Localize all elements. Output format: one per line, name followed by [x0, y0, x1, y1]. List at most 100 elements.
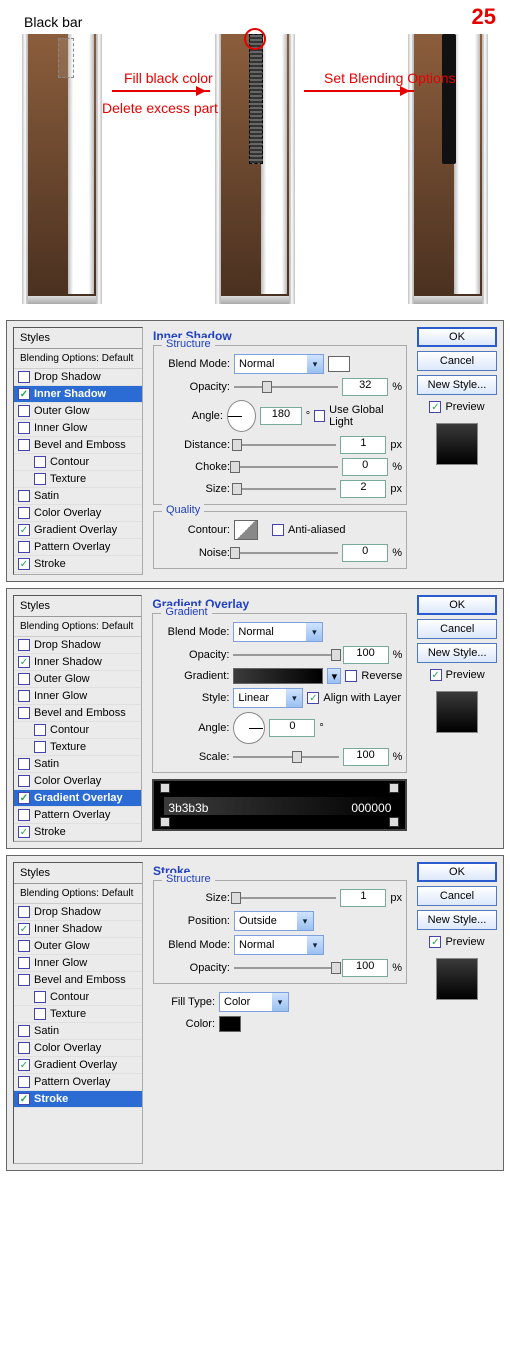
- ok-button[interactable]: OK: [417, 862, 497, 882]
- angle-input[interactable]: 180: [260, 407, 302, 425]
- style-item-outer-glow[interactable]: Outer Glow: [14, 938, 142, 955]
- checkbox-icon[interactable]: [18, 490, 30, 502]
- cancel-button[interactable]: Cancel: [417, 351, 497, 371]
- distance-input[interactable]: 1: [340, 436, 386, 454]
- checkbox-icon[interactable]: [18, 541, 30, 553]
- style-item-drop-shadow[interactable]: Drop Shadow: [14, 369, 142, 386]
- style-item-satin[interactable]: Satin: [14, 1023, 142, 1040]
- checkbox-icon[interactable]: [18, 809, 30, 821]
- style-item-inner-glow[interactable]: Inner Glow: [14, 420, 142, 437]
- style-item-contour[interactable]: Contour: [14, 454, 142, 471]
- style-item-inner-shadow[interactable]: ✓Inner Shadow: [14, 654, 141, 671]
- style-item-pattern-overlay[interactable]: Pattern Overlay: [14, 1074, 142, 1091]
- style-item-drop-shadow[interactable]: Drop Shadow: [14, 637, 141, 654]
- new-style-button[interactable]: New Style...: [417, 375, 497, 395]
- gradient-opacity-stop[interactable]: [389, 783, 399, 793]
- style-item-color-overlay[interactable]: Color Overlay: [14, 773, 141, 790]
- checkbox-icon[interactable]: ✓: [18, 792, 30, 804]
- checkbox-icon[interactable]: [34, 724, 46, 736]
- angle-dial[interactable]: [233, 712, 265, 744]
- new-style-button[interactable]: New Style...: [417, 643, 497, 663]
- blending-options-default[interactable]: Blending Options: Default: [14, 617, 141, 637]
- style-item-bevel-and-emboss[interactable]: Bevel and Emboss: [14, 705, 141, 722]
- style-item-contour[interactable]: Contour: [14, 722, 141, 739]
- checkbox-icon[interactable]: [34, 456, 46, 468]
- blending-options-default[interactable]: Blending Options: Default: [14, 349, 142, 369]
- style-item-inner-glow[interactable]: Inner Glow: [14, 688, 141, 705]
- scale-slider[interactable]: [233, 750, 338, 764]
- style-item-contour[interactable]: Contour: [14, 989, 142, 1006]
- checkbox-icon[interactable]: ✓: [18, 388, 30, 400]
- checkbox-icon[interactable]: ✓: [18, 524, 30, 536]
- checkbox-icon[interactable]: [18, 439, 30, 451]
- blend-mode-dropdown[interactable]: Normal▾: [234, 354, 324, 374]
- ok-button[interactable]: OK: [417, 327, 497, 347]
- style-item-bevel-and-emboss[interactable]: Bevel and Emboss: [14, 437, 142, 454]
- checkbox-icon[interactable]: [34, 991, 46, 1003]
- checkbox-icon[interactable]: [18, 957, 30, 969]
- noise-slider[interactable]: [234, 546, 338, 560]
- style-item-bevel-and-emboss[interactable]: Bevel and Emboss: [14, 972, 142, 989]
- gradient-color-stop[interactable]: [389, 817, 399, 827]
- position-dropdown[interactable]: Outside▾: [234, 911, 314, 931]
- checkbox-icon[interactable]: [18, 1042, 30, 1054]
- checkbox-icon[interactable]: ✓: [18, 923, 30, 935]
- style-item-pattern-overlay[interactable]: Pattern Overlay: [14, 539, 142, 556]
- fill-type-dropdown[interactable]: Color▾: [219, 992, 289, 1012]
- cancel-button[interactable]: Cancel: [417, 619, 497, 639]
- style-item-texture[interactable]: Texture: [14, 1006, 142, 1023]
- ok-button[interactable]: OK: [417, 595, 497, 615]
- blend-mode-dropdown[interactable]: Normal▾: [234, 935, 324, 955]
- choke-slider[interactable]: [234, 460, 338, 474]
- gradient-opacity-stop[interactable]: [160, 783, 170, 793]
- style-item-satin[interactable]: Satin: [14, 488, 142, 505]
- size-slider[interactable]: [234, 482, 336, 496]
- antialiased-checkbox[interactable]: Anti-aliased: [272, 524, 345, 536]
- new-style-button[interactable]: New Style...: [417, 910, 497, 930]
- checkbox-icon[interactable]: [34, 741, 46, 753]
- stroke-color-swatch[interactable]: [219, 1016, 241, 1032]
- checkbox-icon[interactable]: ✓: [18, 1059, 30, 1071]
- size-slider[interactable]: [234, 891, 336, 905]
- distance-slider[interactable]: [234, 438, 336, 452]
- style-item-texture[interactable]: Texture: [14, 471, 142, 488]
- checkbox-icon[interactable]: [18, 974, 30, 986]
- shadow-color-swatch[interactable]: [328, 356, 350, 372]
- style-item-stroke[interactable]: ✓Stroke: [14, 556, 142, 573]
- checkbox-icon[interactable]: [18, 758, 30, 770]
- checkbox-icon[interactable]: ✓: [18, 656, 30, 668]
- opacity-input[interactable]: 100: [342, 959, 388, 977]
- checkbox-icon[interactable]: [18, 906, 30, 918]
- checkbox-icon[interactable]: ✓: [18, 1093, 30, 1105]
- checkbox-icon[interactable]: ✓: [18, 558, 30, 570]
- checkbox-icon[interactable]: [18, 371, 30, 383]
- gradient-color-stop[interactable]: [160, 817, 170, 827]
- opacity-input[interactable]: 100: [343, 646, 389, 664]
- gradient-picker[interactable]: [233, 668, 323, 684]
- blend-mode-dropdown[interactable]: Normal▾: [233, 622, 323, 642]
- cancel-button[interactable]: Cancel: [417, 886, 497, 906]
- use-global-light-checkbox[interactable]: Use Global Light: [314, 404, 402, 428]
- style-item-outer-glow[interactable]: Outer Glow: [14, 671, 141, 688]
- checkbox-icon[interactable]: [18, 1025, 30, 1037]
- checkbox-icon[interactable]: [18, 673, 30, 685]
- chevron-down-icon[interactable]: ▾: [327, 668, 341, 684]
- gradient-style-dropdown[interactable]: Linear▾: [233, 688, 303, 708]
- checkbox-icon[interactable]: [34, 473, 46, 485]
- checkbox-icon[interactable]: [18, 940, 30, 952]
- checkbox-icon[interactable]: [18, 422, 30, 434]
- align-with-layer-checkbox[interactable]: ✓Align with Layer: [307, 692, 401, 704]
- opacity-slider[interactable]: [234, 961, 338, 975]
- checkbox-icon[interactable]: [18, 507, 30, 519]
- opacity-input[interactable]: 32: [342, 378, 388, 396]
- style-item-color-overlay[interactable]: Color Overlay: [14, 505, 142, 522]
- checkbox-icon[interactable]: [18, 690, 30, 702]
- noise-input[interactable]: 0: [342, 544, 388, 562]
- reverse-checkbox[interactable]: Reverse: [345, 670, 402, 682]
- style-item-texture[interactable]: Texture: [14, 739, 141, 756]
- checkbox-icon[interactable]: [34, 1008, 46, 1020]
- angle-dial[interactable]: [227, 400, 256, 432]
- style-item-inner-glow[interactable]: Inner Glow: [14, 955, 142, 972]
- style-item-inner-shadow[interactable]: ✓Inner Shadow: [14, 921, 142, 938]
- style-item-gradient-overlay[interactable]: ✓Gradient Overlay: [14, 790, 141, 807]
